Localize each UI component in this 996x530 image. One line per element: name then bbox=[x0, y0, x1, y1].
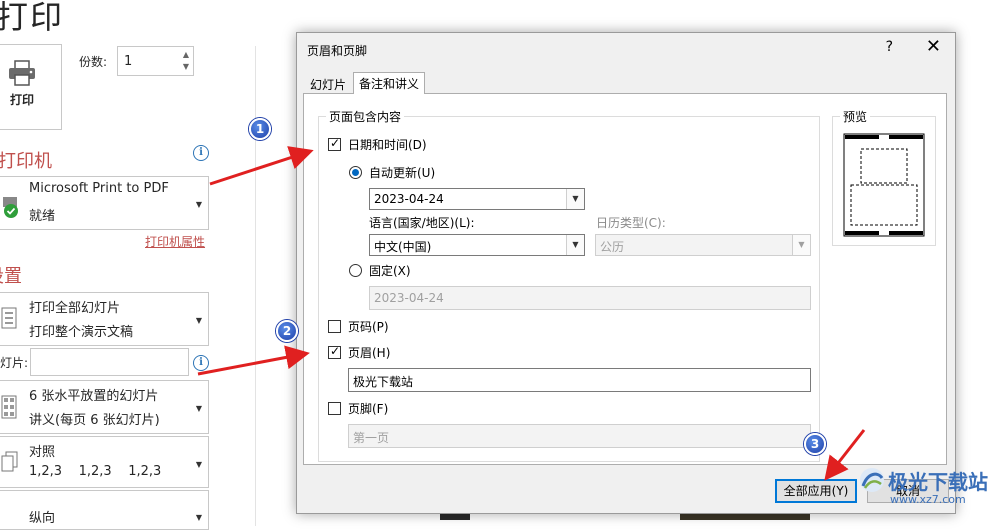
watermark-text: 极光下载站 bbox=[888, 470, 988, 494]
watermark: 极光下载站 www.xz7.com bbox=[858, 466, 988, 506]
step-badge-1: 1 bbox=[249, 118, 271, 140]
step-badge-3: 3 bbox=[804, 433, 826, 455]
annotation-arrows bbox=[197, 146, 866, 481]
step-badge-2: 2 bbox=[276, 320, 298, 342]
watermark-url: www.xz7.com bbox=[890, 493, 966, 506]
watermark-logo-icon bbox=[860, 468, 884, 492]
